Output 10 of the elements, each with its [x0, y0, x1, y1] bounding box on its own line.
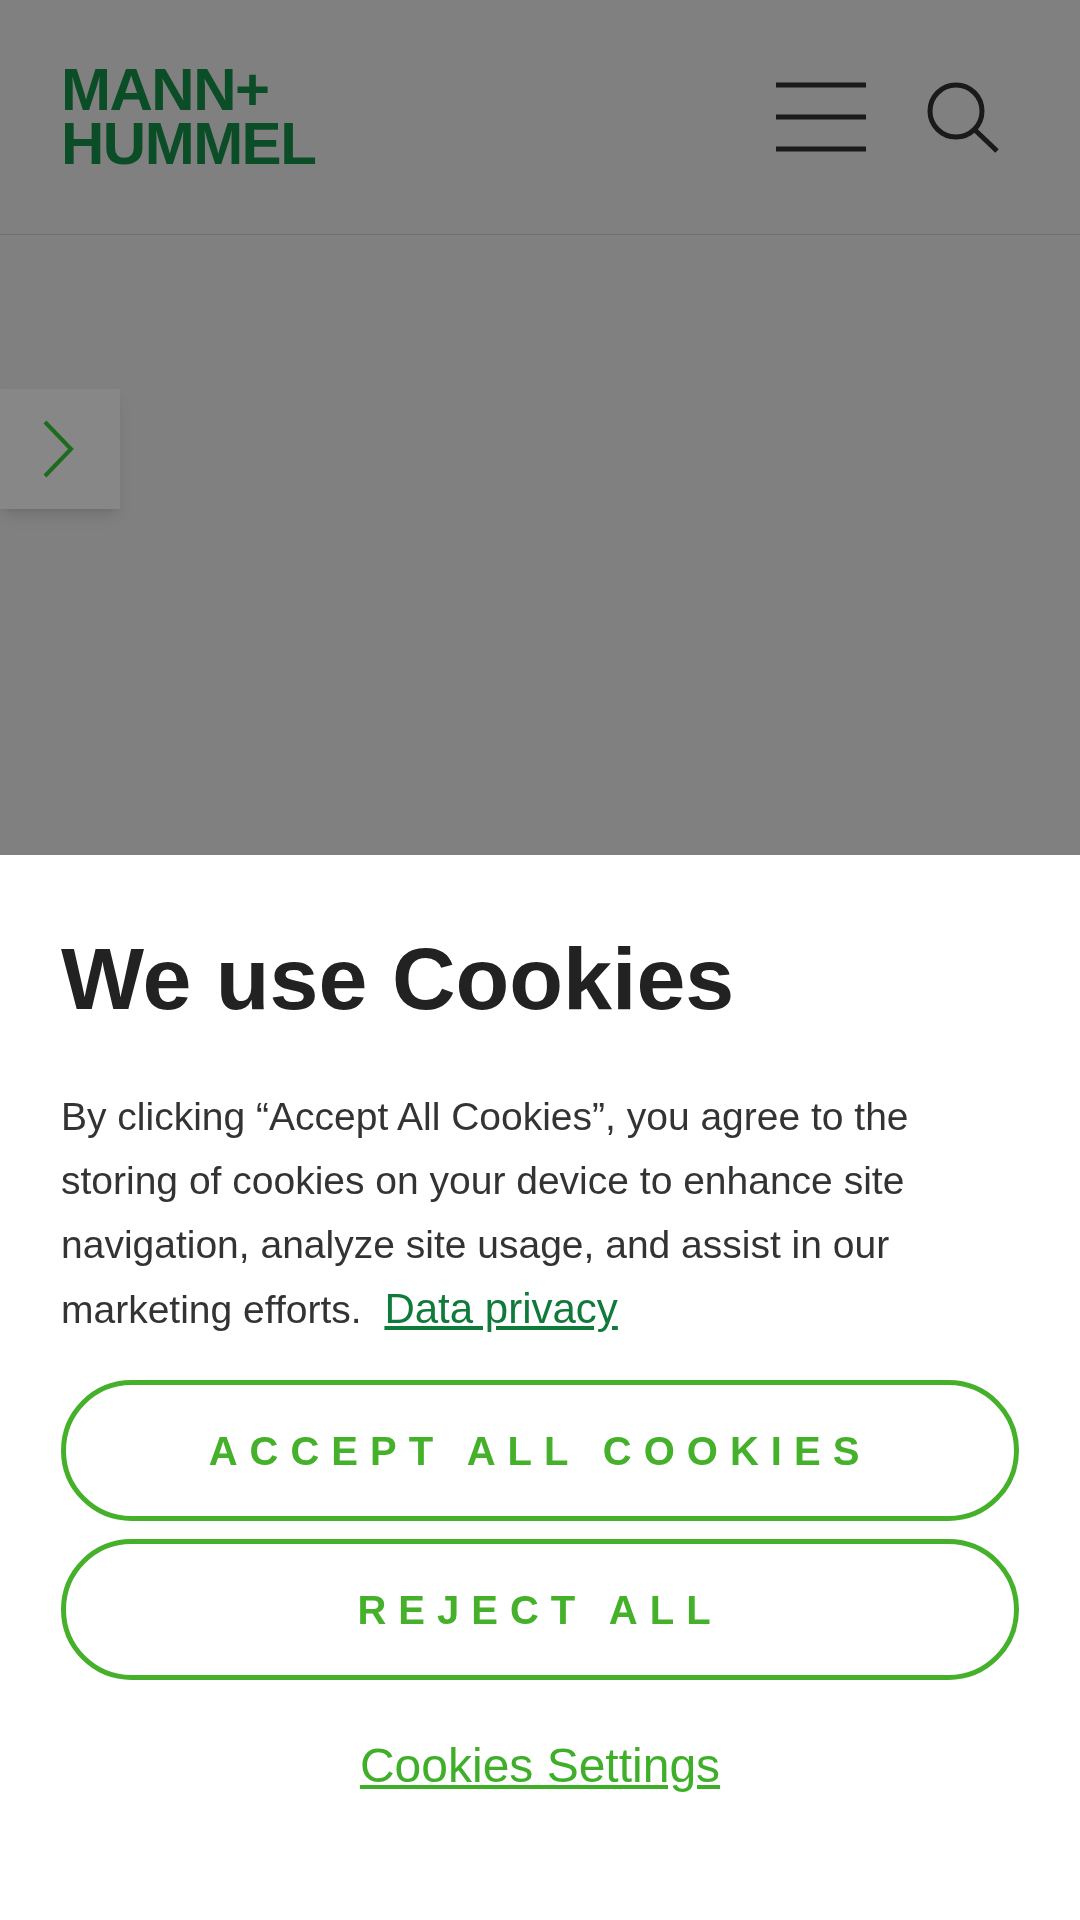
search-icon[interactable]	[926, 81, 1000, 153]
banner-title: We use Cookies	[61, 935, 736, 1023]
menu-icon[interactable]	[776, 82, 866, 152]
cookies-settings-link[interactable]: Cookies Settings	[359, 1730, 721, 1802]
banner-text: By clicking “Accept All Cookies”, you agree to the storing of cookies on your device to enhance site navigation, analyze site usage, and assist in our marketing efforts. Data privacy	[61, 1094, 910, 1334]
chevron-right-icon	[42, 419, 74, 479]
data-privacy-link[interactable]: Data privacy	[384, 1285, 618, 1332]
cookie-button[interactable]: REJECT ALL	[61, 1539, 1019, 1680]
cookie-button[interactable]: ACCEPT ALL COOKIES	[61, 1380, 1019, 1521]
logo[interactable]: MANN+ HUMMEL	[61, 63, 316, 171]
